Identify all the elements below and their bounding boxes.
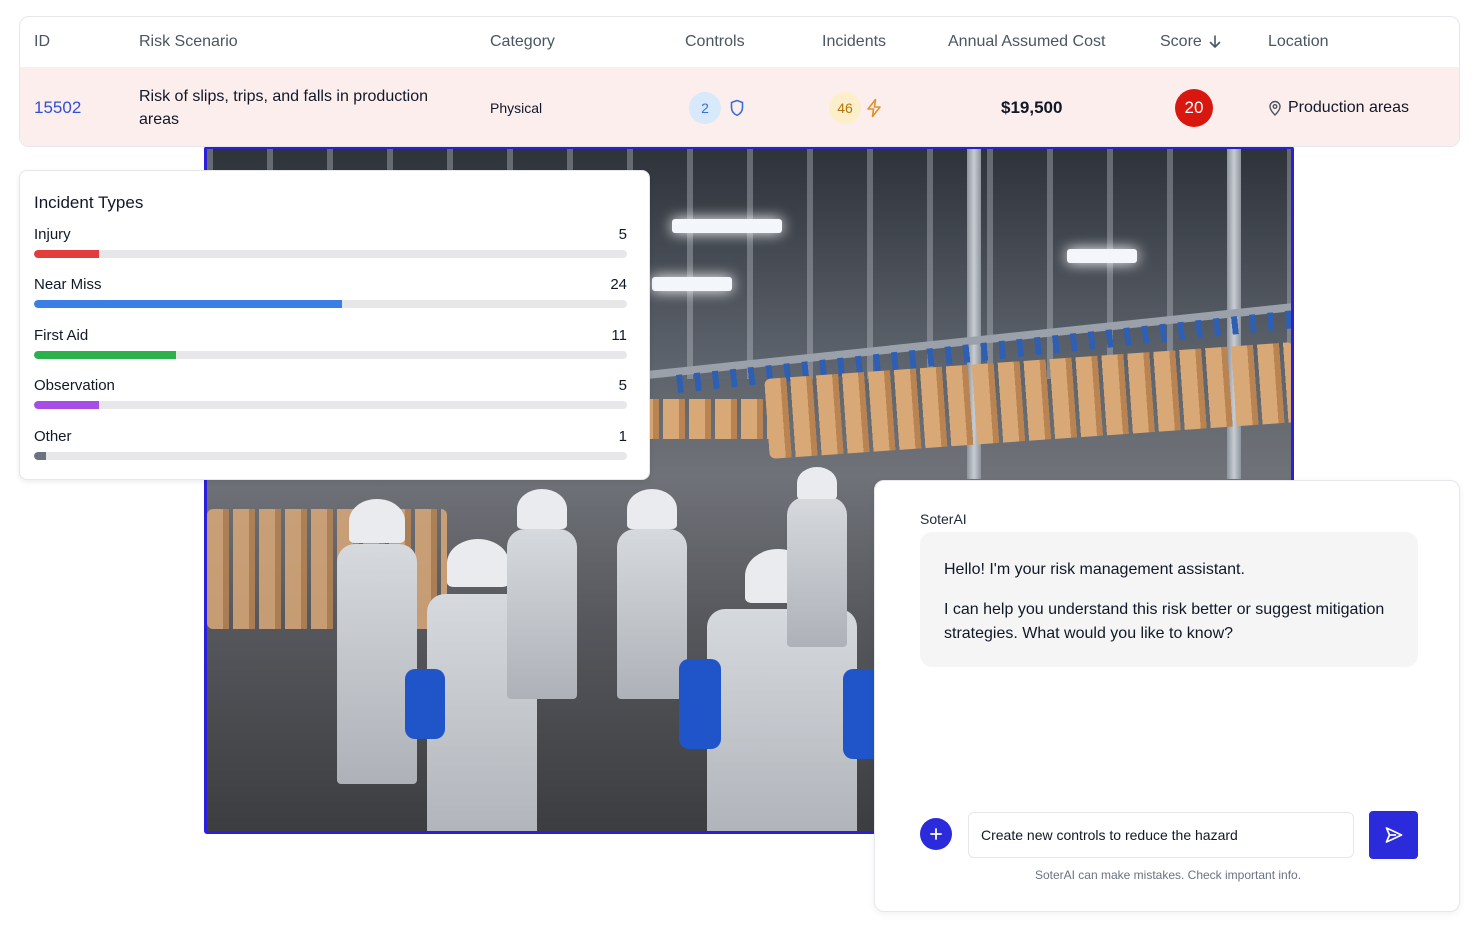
add-attachment-button[interactable] <box>920 818 952 850</box>
incident-type-first-aid: First Aid 11 <box>34 327 627 359</box>
score-cell: 20 <box>1175 67 1213 146</box>
photo-light <box>652 277 732 291</box>
score-badge: 20 <box>1175 88 1213 127</box>
header-risk-scenario[interactable]: Risk Scenario <box>139 17 469 67</box>
incident-type-label: Other <box>34 428 72 445</box>
incident-type-label: First Aid <box>34 327 89 344</box>
incident-type-observation: Observation 5 <box>34 377 627 409</box>
incident-type-count: 24 <box>610 276 627 293</box>
assistant-message-line: I can help you understand this risk bett… <box>944 601 1385 642</box>
soterai-chat-panel: SoterAI Hello! I'm your risk management … <box>874 480 1460 912</box>
risk-table: ID Risk Scenario Category Controls Incid… <box>19 16 1460 147</box>
controls-count-badge: 2 <box>689 91 721 124</box>
send-icon <box>1385 827 1402 843</box>
header-annual-cost[interactable]: Annual Assumed Cost <box>948 17 1105 67</box>
incident-type-near-miss: Near Miss 24 <box>34 276 627 308</box>
incident-bar-fill <box>34 452 46 460</box>
incidents-count-badge: 46 <box>829 91 861 124</box>
incident-bar-fill <box>34 351 177 359</box>
incident-types-card: Incident Types Injury 5 Near Miss 24 Fir… <box>19 170 650 480</box>
header-location[interactable]: Location <box>1268 17 1329 67</box>
controls-cell[interactable]: 2 <box>689 67 745 146</box>
assistant-message: Hello! I'm your risk management assistan… <box>920 532 1418 667</box>
incident-bar-fill <box>34 401 100 409</box>
incident-type-injury: Injury 5 <box>34 226 627 258</box>
incident-type-count: 5 <box>618 226 627 243</box>
photo-product-line <box>637 399 777 439</box>
header-id[interactable]: ID <box>34 17 50 67</box>
table-header: ID Risk Scenario Category Controls Incid… <box>20 17 1459 67</box>
incident-bar-fill <box>34 250 100 258</box>
header-controls[interactable]: Controls <box>685 17 745 67</box>
chat-disclaimer: SoterAI can make mistakes. Check importa… <box>1034 868 1302 882</box>
header-incidents[interactable]: Incidents <box>822 17 886 67</box>
header-category[interactable]: Category <box>490 17 555 67</box>
chat-input[interactable] <box>968 812 1354 858</box>
assistant-message-line: Hello! I'm your risk management assistan… <box>944 561 1245 578</box>
incident-types-title: Incident Types <box>34 193 144 212</box>
incident-bar-track <box>34 452 627 460</box>
annual-cost-value: $19,500 <box>1001 97 1063 117</box>
incident-bar-fill <box>34 300 343 308</box>
send-button[interactable] <box>1369 811 1418 859</box>
header-score[interactable]: Score <box>1160 17 1222 67</box>
incident-type-label: Observation <box>34 377 115 394</box>
shield-icon <box>729 99 745 117</box>
risk-scenario-text: Risk of slips, trips, and falls in produ… <box>139 87 429 128</box>
location-value: Production areas <box>1288 98 1409 116</box>
location-cell: Production areas <box>1268 67 1409 146</box>
arrow-down-icon <box>1208 35 1222 49</box>
incident-bar-track <box>34 401 627 409</box>
incident-bar-track <box>34 351 627 359</box>
photo-light <box>672 219 782 233</box>
incident-type-label: Near Miss <box>34 276 102 293</box>
incident-bar-track <box>34 250 627 258</box>
photo-light <box>1067 249 1137 263</box>
plus-icon <box>930 828 942 840</box>
incident-type-count: 5 <box>618 377 627 394</box>
map-pin-icon <box>1268 100 1282 116</box>
chat-title: SoterAI <box>920 511 967 527</box>
incidents-cell[interactable]: 46 <box>829 67 883 146</box>
incident-type-count: 1 <box>618 428 627 445</box>
table-row[interactable]: 15502 Risk of slips, trips, and falls in… <box>20 67 1459 146</box>
incident-type-other: Other 1 <box>34 428 627 460</box>
header-score-label: Score <box>1160 33 1202 50</box>
lightning-icon <box>865 98 883 118</box>
incident-bar-track <box>34 300 627 308</box>
risk-id-link[interactable]: 15502 <box>34 67 81 146</box>
category-value: Physical <box>490 99 543 116</box>
incident-type-count: 11 <box>611 327 627 344</box>
incident-type-label: Injury <box>34 226 71 243</box>
